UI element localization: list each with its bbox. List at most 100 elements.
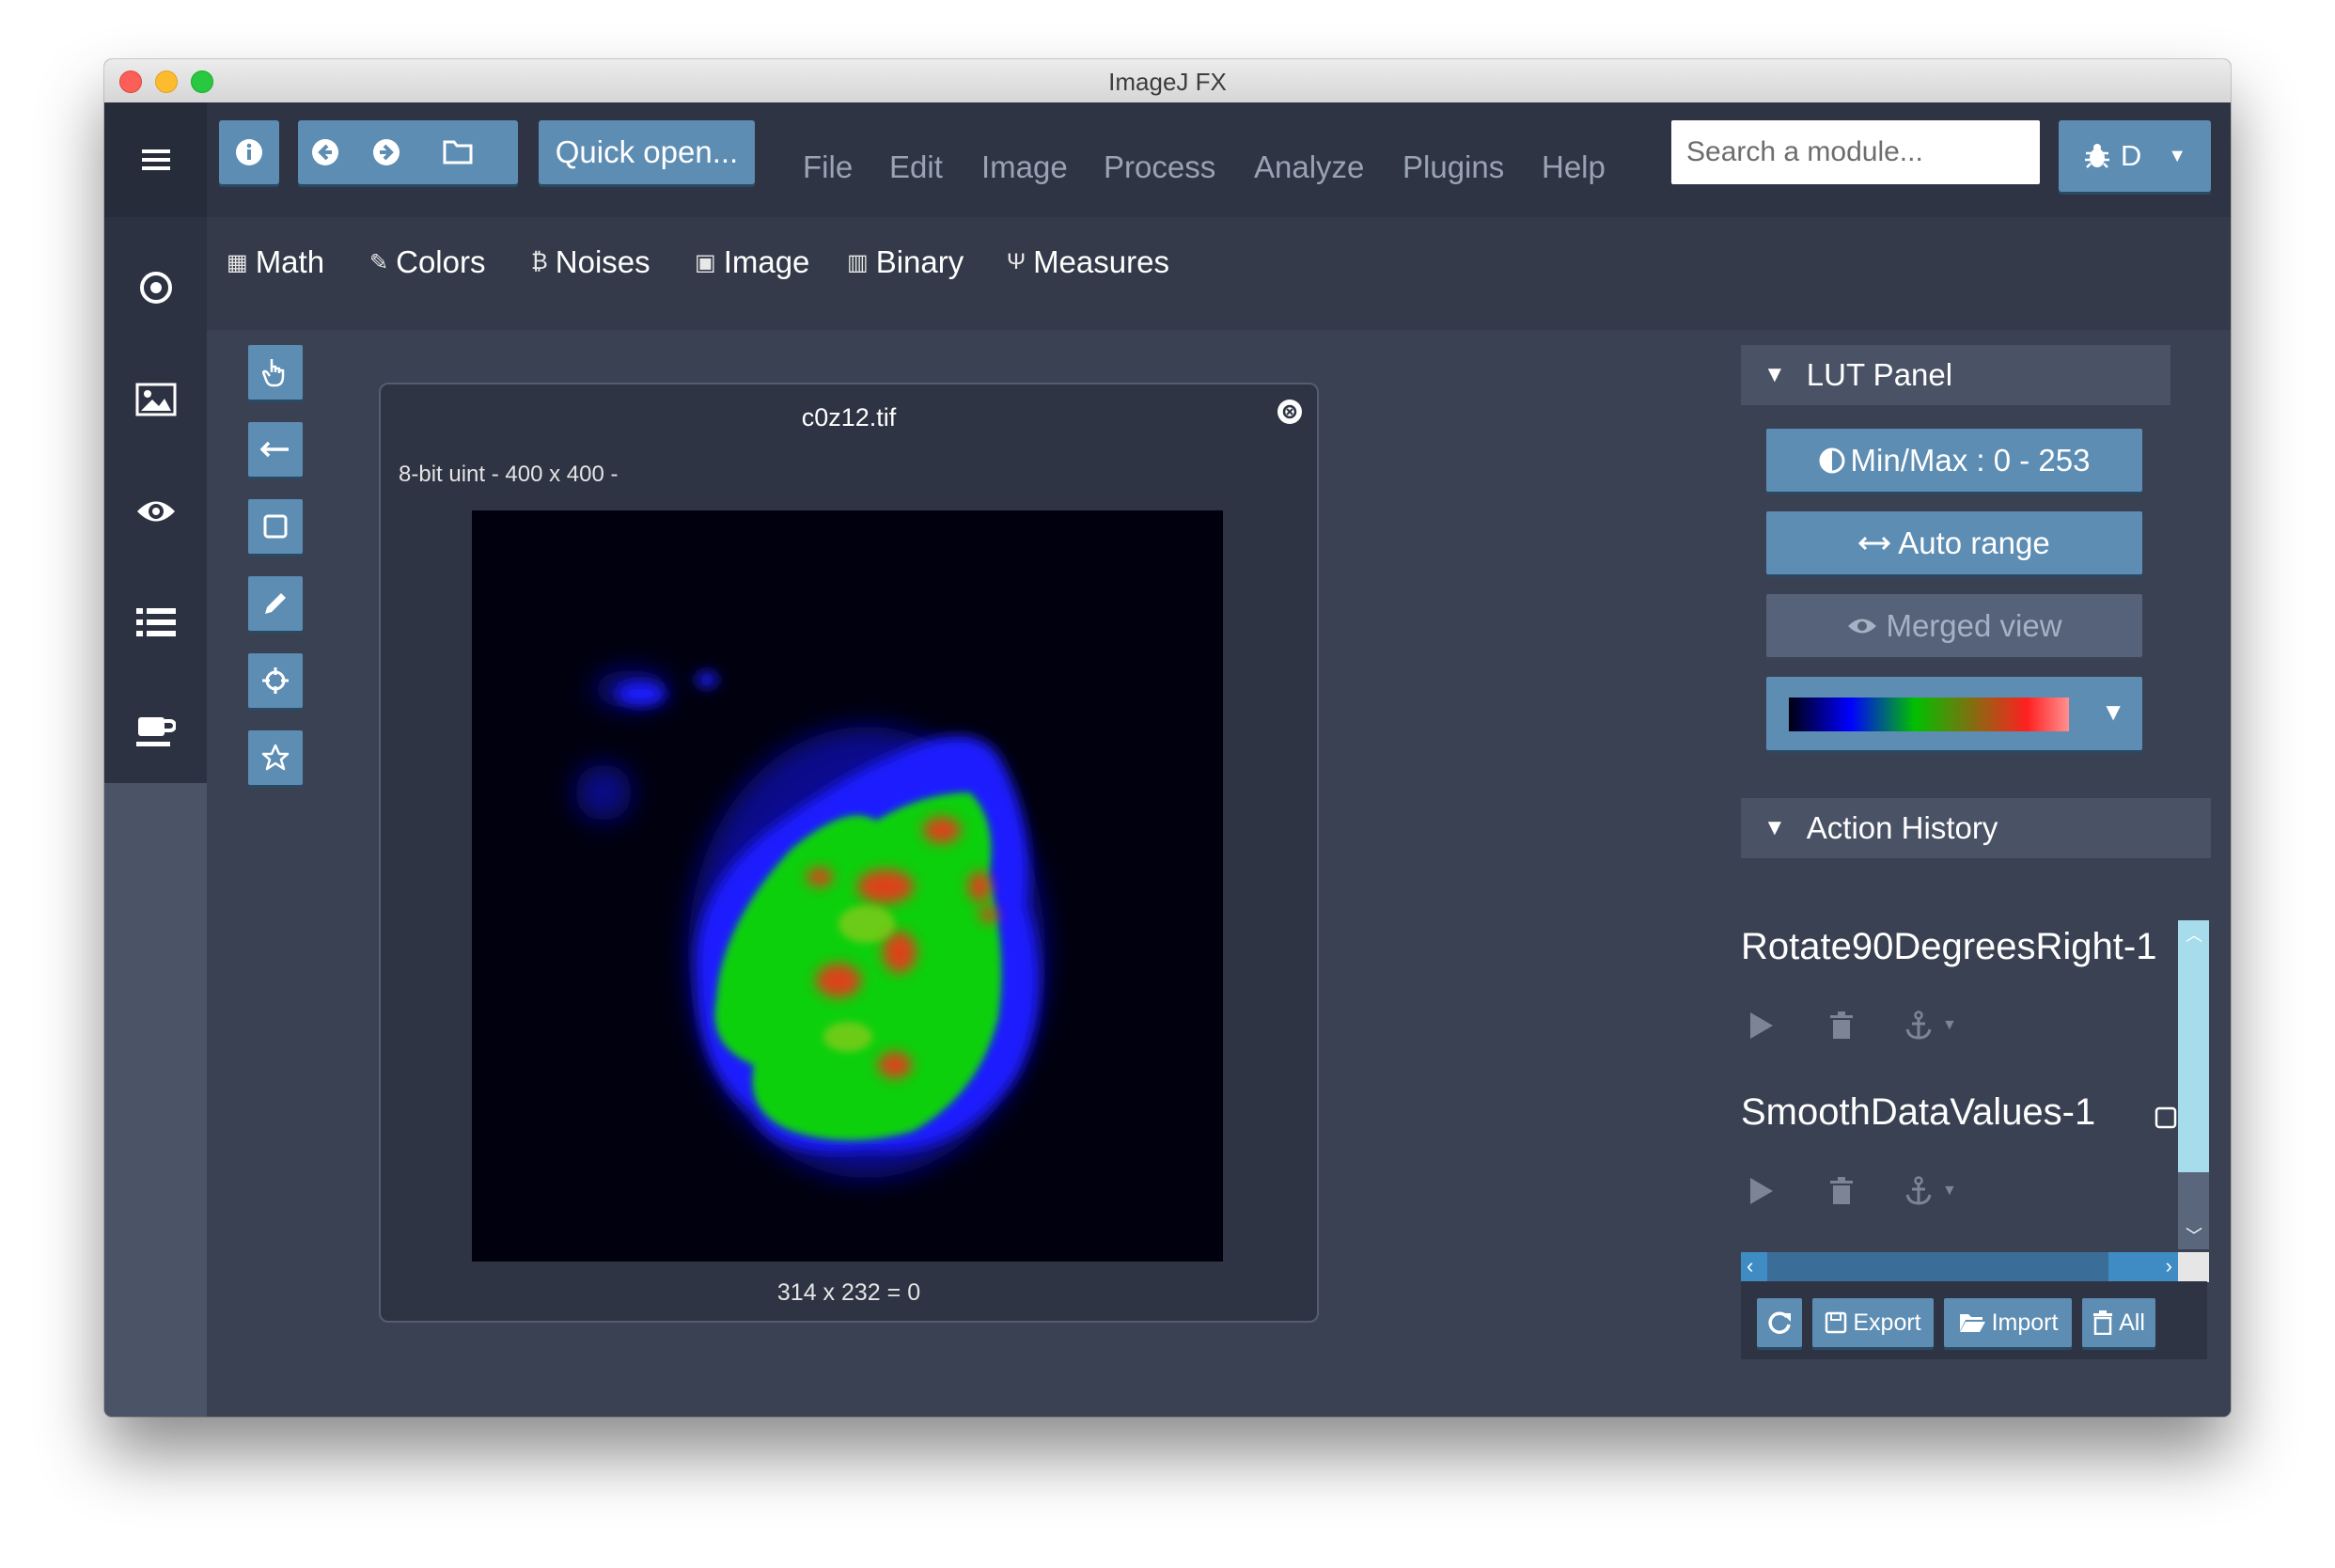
lut-colormap-select[interactable]: ▼ <box>1766 677 2142 750</box>
coffee-cup-icon <box>135 717 176 746</box>
image-canvas[interactable] <box>472 510 1223 1262</box>
forward-button[interactable] <box>372 138 400 171</box>
category-image[interactable]: ▣ Image <box>695 244 809 280</box>
auto-range-label: Auto range <box>1898 525 2050 560</box>
lut-panel-header[interactable]: ▼ LUT Panel <box>1741 345 2170 405</box>
quick-open-button[interactable]: Quick open... <box>539 120 755 184</box>
lut-panel-title: LUT Panel <box>1806 357 1953 392</box>
category-image-label: Image <box>723 244 810 279</box>
chevron-down-icon[interactable]: ▼ <box>1942 1183 1957 1200</box>
menu-edit[interactable]: Edit <box>889 149 943 185</box>
image-filename: c0z12.tif <box>801 403 897 431</box>
crosshair-icon <box>262 667 289 694</box>
all-label: All <box>2119 1309 2145 1336</box>
trash-icon <box>2093 1310 2113 1335</box>
rectangle-tool-button[interactable] <box>248 499 303 554</box>
chevron-down-icon[interactable]: ﹀ <box>2186 1223 2202 1247</box>
play-icon[interactable] <box>1748 1011 1775 1041</box>
calculator-icon: ▦ <box>227 249 248 275</box>
sidebar-item-explorer[interactable] <box>104 270 207 306</box>
edit-icon[interactable] <box>2155 1105 2179 1129</box>
chevron-left-icon[interactable]: ‹ <box>1747 1254 1753 1278</box>
export-label: Export <box>1853 1309 1921 1336</box>
navigation-button-group <box>298 120 518 184</box>
image-icon <box>135 383 176 416</box>
menu-image[interactable]: Image <box>981 149 1068 185</box>
window-title: ImageJ FX <box>1108 68 1227 96</box>
category-binary[interactable]: ▥ Binary <box>847 244 964 280</box>
list-icon <box>135 608 176 636</box>
contrast-icon <box>1819 447 1845 473</box>
search-input[interactable] <box>1671 120 2040 184</box>
scrollbar-thumb[interactable] <box>1767 1252 2108 1282</box>
eye-icon <box>1848 619 1877 633</box>
arrow-left-icon <box>260 441 289 458</box>
brush-icon: ✎ <box>369 249 389 275</box>
pencil-tool-button[interactable] <box>248 576 303 631</box>
folder-icon <box>443 140 473 165</box>
sidebar-item-images[interactable] <box>104 383 207 416</box>
chevron-up-icon[interactable]: ︿ <box>2186 922 2202 947</box>
menu-process[interactable]: Process <box>1104 149 1215 185</box>
import-button[interactable]: Import <box>1944 1298 2072 1347</box>
history-actions-bar: Export Import All <box>1741 1281 2207 1359</box>
chevron-right-icon[interactable]: › <box>2166 1254 2172 1278</box>
anchor-icon[interactable] <box>1904 1011 1933 1041</box>
open-folder-button[interactable] <box>443 138 473 169</box>
merged-view-button[interactable]: Merged view <box>1766 594 2142 657</box>
refresh-icon <box>1768 1311 1791 1334</box>
category-toolbar <box>207 217 2231 330</box>
image-window[interactable]: c0z12.tif 8-bit uint - 400 x 400 - 314 x… <box>379 383 1319 1323</box>
cutlery-icon: Ψ <box>1007 249 1026 274</box>
history-item-actions: ▼ <box>1741 1176 1957 1206</box>
menu-toggle-button[interactable] <box>104 102 207 217</box>
image-info: 8-bit uint - 400 x 400 - <box>399 462 619 487</box>
menu-analyze[interactable]: Analyze <box>1254 149 1364 185</box>
menu-file[interactable]: File <box>803 149 853 185</box>
line-tool-button[interactable] <box>248 422 303 477</box>
dropdown-arrow-icon: ▼ <box>2101 698 2125 726</box>
menu-help[interactable]: Help <box>1542 149 1606 185</box>
close-image-button[interactable] <box>1277 400 1302 424</box>
history-vertical-scrollbar[interactable]: ︿ ﹀ <box>2178 920 2209 1249</box>
close-circle-icon <box>1282 404 1297 419</box>
sidebar-item-plugins[interactable] <box>104 715 207 749</box>
trash-icon[interactable] <box>1829 1011 1854 1040</box>
pencil-icon <box>265 593 286 614</box>
sidebar-item-list[interactable] <box>104 606 207 638</box>
category-measures[interactable]: Ψ Measures <box>1007 244 1169 280</box>
square-icon <box>263 514 288 539</box>
category-colors[interactable]: ✎ Colors <box>369 244 485 280</box>
category-math[interactable]: ▦ Math <box>227 244 324 280</box>
anchor-icon[interactable] <box>1904 1176 1933 1206</box>
menu-plugins[interactable]: Plugins <box>1403 149 1504 185</box>
lut-gradient-preview <box>1789 698 2069 731</box>
back-button[interactable] <box>311 138 339 171</box>
export-button[interactable]: Export <box>1812 1298 1934 1347</box>
pan-tool-button[interactable] <box>248 345 303 400</box>
move-tool-button[interactable] <box>248 653 303 708</box>
bug-icon <box>2084 144 2109 168</box>
arrow-right-circle-icon <box>373 139 400 165</box>
chevron-down-icon[interactable]: ▼ <box>1942 1017 1957 1034</box>
info-icon <box>236 139 262 165</box>
action-history-header[interactable]: ▼ Action History <box>1741 798 2211 858</box>
minmax-button[interactable]: Min/Max : 0 - 253 <box>1766 429 2142 492</box>
scrollbar-thumb[interactable] <box>2178 920 2209 1172</box>
scrollbar-corner <box>2178 1252 2209 1282</box>
clear-all-button[interactable]: All <box>2082 1298 2155 1347</box>
favorite-tool-button[interactable] <box>248 730 303 785</box>
trash-icon[interactable] <box>1829 1177 1854 1205</box>
sidebar-item-view[interactable] <box>104 497 207 525</box>
history-horizontal-scrollbar[interactable]: ‹ › <box>1741 1252 2178 1282</box>
save-icon <box>1826 1311 1847 1334</box>
bitcoin-icon: ₿ <box>531 249 548 274</box>
auto-range-button[interactable]: Auto range <box>1766 511 2142 574</box>
info-button[interactable] <box>219 120 279 184</box>
category-noises[interactable]: ₿ Noises <box>531 244 650 280</box>
debug-dropdown-button[interactable]: D ▼ <box>2059 120 2211 192</box>
refresh-button[interactable] <box>1757 1298 1802 1347</box>
play-icon[interactable] <box>1748 1176 1775 1206</box>
app-window: ImageJ FX Quick open... File Edit Image … <box>104 59 2231 1417</box>
collapse-triangle-icon: ▼ <box>1763 362 1786 387</box>
